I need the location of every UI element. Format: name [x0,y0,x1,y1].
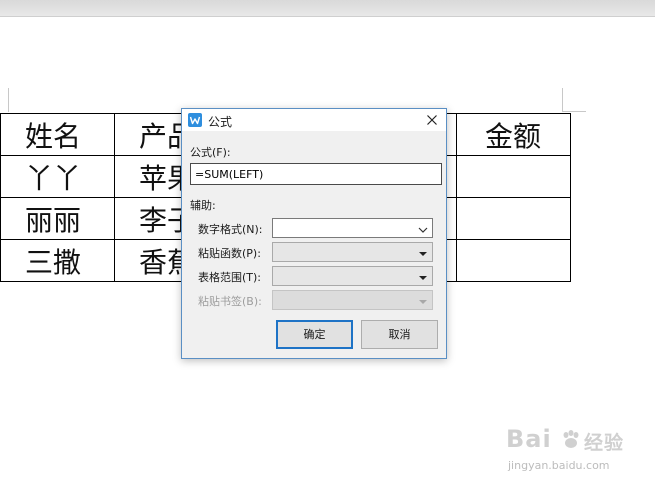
dialog-titlebar: 公式 [182,109,446,131]
table-cell[interactable]: 丽丽 [0,197,115,240]
paste-bookmark-combo [272,290,433,310]
app-top-bar [0,0,655,17]
dialog-title: 公式 [208,115,233,129]
cancel-button[interactable]: 取消 [361,320,438,349]
formula-input[interactable] [190,163,442,185]
chevron-down-icon [418,224,428,237]
table-cell[interactable]: 丫丫 [0,155,115,198]
number-format-combo[interactable] [272,218,433,238]
watermark-brand: Bai [506,425,552,453]
page-margin-mark-top-right [562,111,586,112]
dropdown-arrow-icon [418,296,428,309]
ok-button[interactable]: 确定 [276,320,353,349]
formula-dialog: 公式 公式(F): 辅助: 数字格式(N): 粘贴函数(P): 表格范围(T):… [181,108,447,359]
dropdown-arrow-icon [418,248,428,261]
close-icon[interactable] [424,112,440,128]
baidu-jingyan-watermark: Bai 经验 jingyan.baidu.com [500,425,630,480]
table-range-label: 表格范围(T): [198,271,262,284]
table-cell[interactable]: 姓名 [0,113,115,156]
aux-label: 辅助: [190,199,216,212]
table-cell[interactable] [456,197,571,240]
paste-function-combo[interactable] [272,242,433,262]
formula-label: 公式(F): [190,146,231,159]
table-range-combo[interactable] [272,266,433,286]
page-margin-mark-left [8,88,9,112]
paste-function-label: 粘贴函数(P): [198,247,261,260]
paw-icon [560,429,582,455]
watermark-brand-suffix: 经验 [584,432,625,454]
table-cell[interactable]: 三撒 [0,239,115,282]
paste-bookmark-label: 粘贴书签(B): [198,295,262,308]
table-cell[interactable] [456,239,571,282]
table-cell[interactable] [456,155,571,198]
watermark-url: jingyan.baidu.com [508,459,610,472]
table-cell[interactable]: 金额 [456,113,571,156]
page-margin-mark-right [562,88,563,112]
wps-writer-icon [188,113,202,127]
number-format-label: 数字格式(N): [198,223,263,236]
dropdown-arrow-icon [418,272,428,285]
